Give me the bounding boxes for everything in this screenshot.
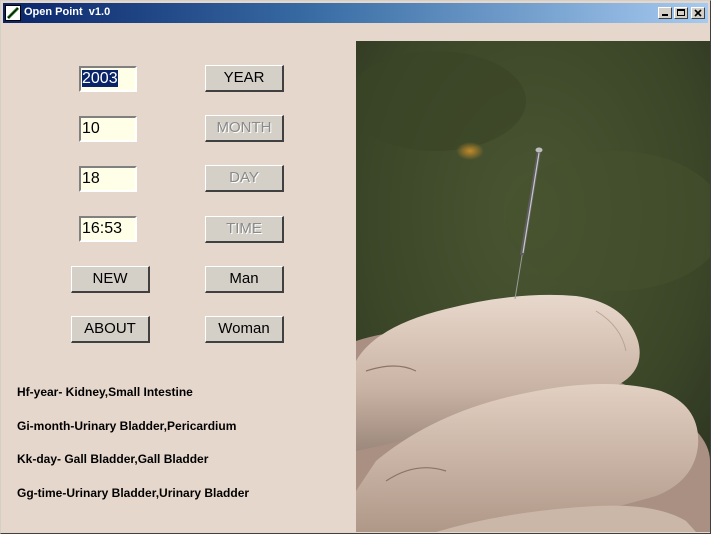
month-input[interactable]: 10 <box>79 116 137 142</box>
client-area: 2003 YEAR 10 MONTH 18 DAY 16:53 TIME NEW… <box>3 24 710 532</box>
window-title: Open Point v1.0 <box>24 6 111 18</box>
day-input[interactable]: 18 <box>79 166 137 192</box>
time-meridian-line: Gg-time-Urinary Bladder,Urinary Bladder <box>17 486 250 500</box>
title-bar[interactable]: Open Point v1.0 <box>3 3 708 23</box>
month-value: 10 <box>82 120 100 137</box>
close-icon <box>694 9 702 17</box>
time-value: 16:53 <box>82 220 123 237</box>
maximize-icon <box>677 9 685 16</box>
day-meridian-line: Kk-day- Gall Bladder,Gall Bladder <box>17 452 209 466</box>
woman-button[interactable]: Woman <box>205 316 284 343</box>
day-value: 18 <box>82 170 100 187</box>
day-button[interactable]: DAY <box>205 165 284 192</box>
new-button[interactable]: NEW <box>71 266 150 293</box>
time-input[interactable]: 16:53 <box>79 216 137 242</box>
minimize-icon <box>662 14 668 16</box>
minimize-button[interactable] <box>658 7 672 19</box>
year-button[interactable]: YEAR <box>205 65 284 92</box>
year-value: 2003 <box>82 70 118 87</box>
app-window: Open Point v1.0 2003 YEAR 10 MONTH 18 DA… <box>0 0 711 534</box>
month-button[interactable]: MONTH <box>205 115 284 142</box>
acupuncture-needle-photo <box>356 41 710 532</box>
year-meridian-line: Hf-year- Kidney,Small Intestine <box>17 385 193 399</box>
needle-icon <box>5 5 21 21</box>
year-input[interactable]: 2003 <box>79 66 137 92</box>
time-button[interactable]: TIME <box>205 216 284 243</box>
man-button[interactable]: Man <box>205 266 284 293</box>
needle-on-finger-illustration <box>356 41 710 532</box>
maximize-button[interactable] <box>674 7 688 19</box>
about-button[interactable]: ABOUT <box>71 316 150 343</box>
month-meridian-line: Gi-month-Urinary Bladder,Pericardium <box>17 419 237 433</box>
close-button[interactable] <box>691 7 705 19</box>
